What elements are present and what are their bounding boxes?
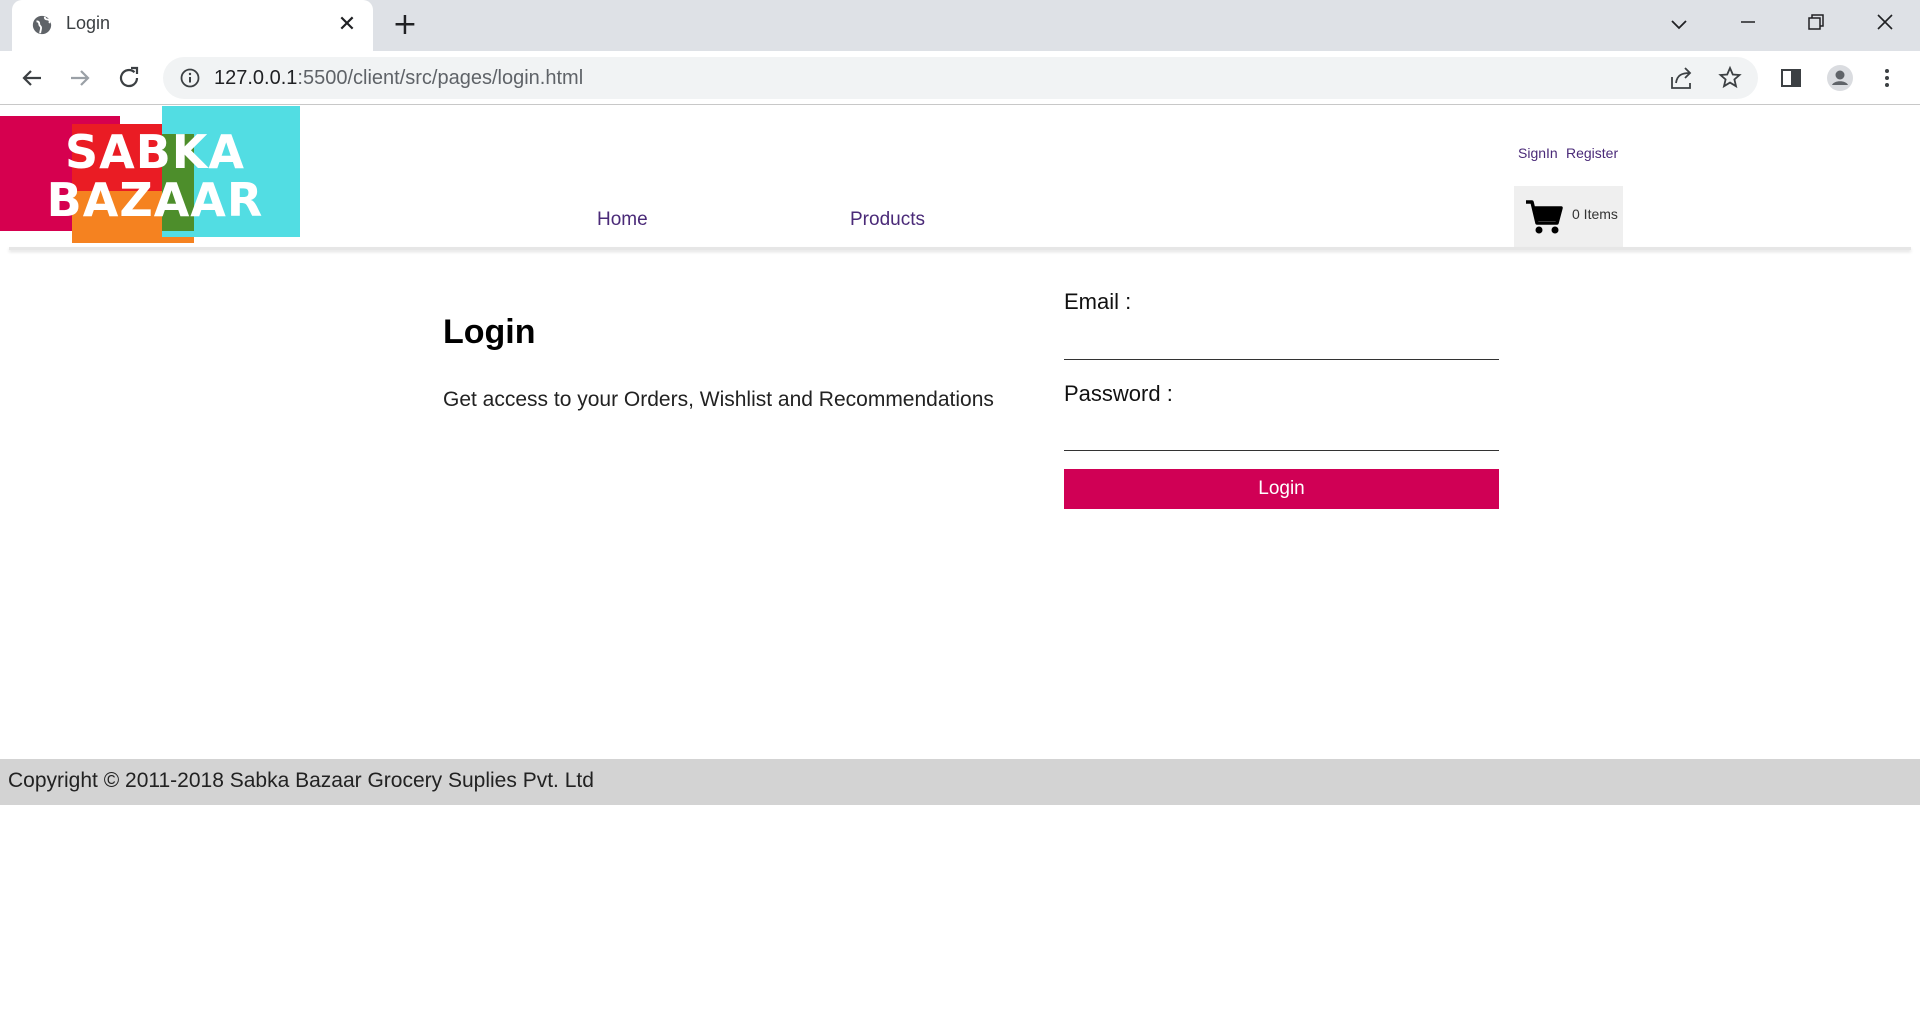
tab-search-chevron-down-icon[interactable] xyxy=(1659,8,1699,42)
register-link[interactable]: Register xyxy=(1566,145,1618,161)
login-button[interactable]: Login xyxy=(1064,469,1499,509)
site-header: SABKA BAZAAR Home Products SignIn Regist… xyxy=(0,106,1920,250)
new-tab-icon[interactable]: + xyxy=(390,10,420,40)
browser-tab-login[interactable]: Login ✕ xyxy=(12,0,373,51)
email-field[interactable] xyxy=(1064,324,1499,360)
browser-tab-title: Login xyxy=(66,13,111,33)
site-info-icon[interactable] xyxy=(179,67,201,89)
signin-link[interactable]: SignIn xyxy=(1518,145,1558,161)
header-divider xyxy=(9,247,1911,250)
logo-line-2: BAZAAR xyxy=(46,173,264,227)
login-heading: Login xyxy=(443,313,536,351)
bookmark-star-icon[interactable] xyxy=(1716,63,1744,93)
share-icon[interactable] xyxy=(1668,63,1696,93)
password-field[interactable] xyxy=(1064,415,1499,451)
page-content: SABKA BAZAAR Home Products SignIn Regist… xyxy=(0,106,1920,1020)
browser-menu-icon[interactable] xyxy=(1873,63,1901,93)
cart-button[interactable]: 0 Items xyxy=(1514,186,1623,247)
address-bar[interactable]: 127.0.0.1:5500/client/src/pages/login.ht… xyxy=(163,57,1758,99)
close-tab-icon[interactable]: ✕ xyxy=(334,12,360,38)
minimize-window-icon[interactable] xyxy=(1728,8,1768,42)
password-label: Password : xyxy=(1064,381,1173,406)
copyright-text: Copyright © 2011-2018 Sabka Bazaar Groce… xyxy=(8,769,594,792)
url-path: :5500/client/src/pages/login.html xyxy=(297,67,584,89)
url-text[interactable]: 127.0.0.1:5500/client/src/pages/login.ht… xyxy=(214,67,583,90)
side-panel-icon[interactable] xyxy=(1777,63,1805,93)
browser-tab-bar: Login ✕ + xyxy=(0,0,1920,51)
close-window-icon[interactable] xyxy=(1865,8,1905,42)
reload-icon[interactable] xyxy=(114,63,144,93)
login-subtitle: Get access to your Orders, Wishlist and … xyxy=(443,388,994,411)
restore-window-icon[interactable] xyxy=(1796,8,1836,42)
email-label: Email : xyxy=(1064,289,1132,314)
shopping-cart-icon xyxy=(1526,200,1563,234)
browser-toolbar: 127.0.0.1:5500/client/src/pages/login.ht… xyxy=(0,51,1920,105)
nav-products-link[interactable]: Products xyxy=(850,209,925,231)
cart-item-count: 0 Items xyxy=(1572,206,1618,222)
back-arrow-icon[interactable] xyxy=(17,63,47,93)
forward-arrow-icon[interactable] xyxy=(65,63,95,93)
sabka-bazaar-logo[interactable]: SABKA BAZAAR xyxy=(0,106,300,243)
profile-avatar-icon[interactable] xyxy=(1824,63,1856,93)
logo-text: SABKA BAZAAR xyxy=(40,128,270,224)
globe-icon xyxy=(32,15,52,35)
url-host: 127.0.0.1 xyxy=(214,67,298,89)
nav-home-link[interactable]: Home xyxy=(597,209,648,231)
logo-line-1: SABKA xyxy=(64,125,246,179)
site-footer: Copyright © 2011-2018 Sabka Bazaar Groce… xyxy=(0,759,1920,805)
